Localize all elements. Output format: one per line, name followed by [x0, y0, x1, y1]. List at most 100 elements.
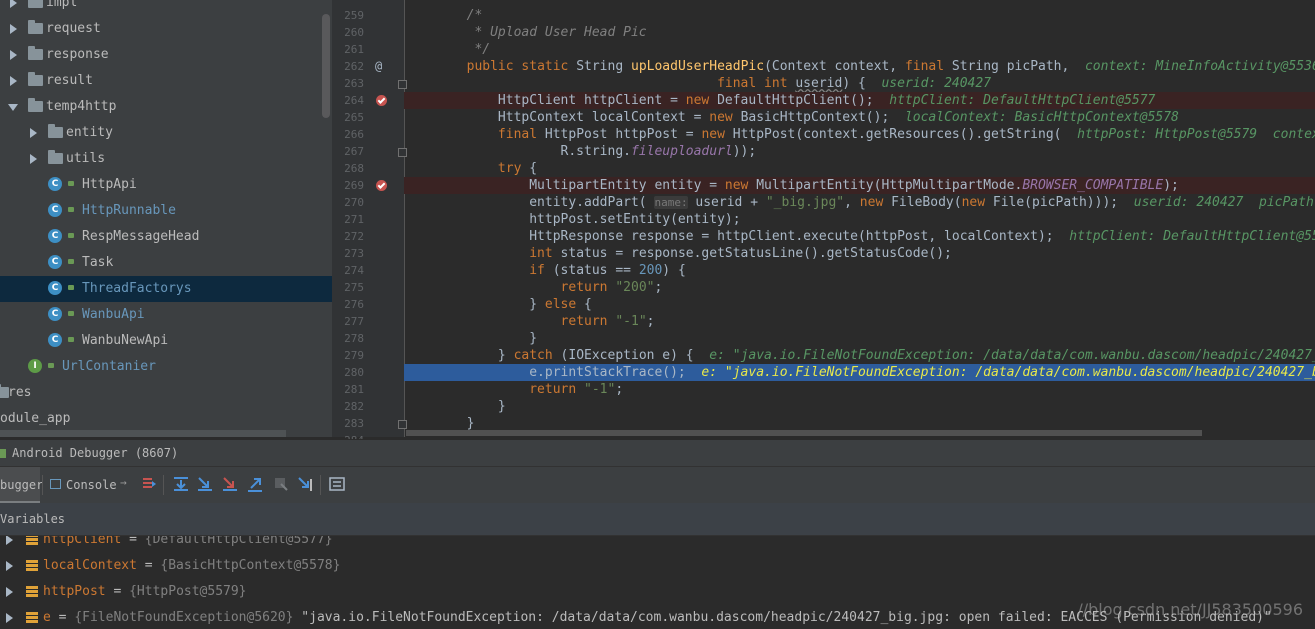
tree-item-res[interactable]: res [0, 380, 332, 406]
step-out-icon[interactable] [246, 475, 264, 493]
expand-arrow-icon[interactable] [6, 587, 13, 597]
code-line-268[interactable]: try { [404, 160, 1315, 177]
line-number: 271 [344, 213, 364, 226]
inline-debug-value: httpClient: DefaultHttpClient@557 [1069, 229, 1315, 244]
tree-vertical-scrollbar[interactable] [322, 14, 330, 118]
override-icon[interactable]: @ [375, 58, 382, 75]
code-line-280[interactable]: e.printStackTrace(); e: "java.io.FileNot… [404, 364, 1315, 381]
class-icon: C [48, 177, 62, 191]
tab-debugger[interactable]: bugger [0, 467, 43, 503]
expand-arrow-icon[interactable] [6, 613, 13, 623]
drop-frame-icon[interactable] [272, 475, 290, 493]
inline-debug-value: httpPost: HttpPost@5579 context [1077, 127, 1315, 142]
code-line-272[interactable]: HttpResponse response = httpClient.execu… [404, 228, 1315, 245]
tree-item-entity[interactable]: entity [0, 120, 332, 146]
code-line-276[interactable]: } else { [404, 296, 1315, 313]
step-into-icon[interactable] [196, 475, 214, 493]
breakpoint-icon[interactable] [376, 180, 387, 191]
tree-item-wanbunewapi[interactable]: C WanbuNewApi [0, 328, 332, 354]
code-line-270[interactable]: entity.addPart( name: userid + "_big.jpg… [404, 194, 1315, 211]
code-line-267[interactable]: R.string.fileuploadurl)); [404, 143, 1315, 160]
breakpoint-icon[interactable] [376, 95, 387, 106]
line-number: 273 [344, 247, 364, 260]
tree-item-threadfactorys[interactable]: C ThreadFactorys [0, 276, 332, 302]
variable-name: localContext [43, 558, 137, 573]
line-number: 259 [344, 9, 364, 22]
tree-item-urlcontanier[interactable]: I UrlContanier [0, 354, 332, 380]
line-number: 275 [344, 281, 364, 294]
expand-arrow-icon[interactable] [6, 561, 13, 571]
code-line-281[interactable]: return "-1"; [404, 381, 1315, 398]
interface-icon: I [28, 359, 42, 373]
code-line-264[interactable]: HttpClient httpClient = new DefaultHttpC… [404, 92, 1315, 109]
evaluate-expression-icon[interactable] [328, 475, 346, 493]
tree-item-temp4http[interactable]: temp4http [0, 94, 332, 120]
tree-item-label: result [46, 73, 93, 88]
tab-console[interactable]: Console → [48, 467, 136, 503]
string-literal: "-1" [584, 382, 616, 397]
tab-label: Console [66, 478, 117, 492]
tree-item-respmessagehead[interactable]: C RespMessageHead [0, 224, 332, 250]
expand-arrow-icon[interactable] [30, 128, 37, 138]
enum-constant: BROWSER_COMPATIBLE [1022, 178, 1164, 193]
variable-row[interactable]: localContext = {BasicHttpContext@5578} [0, 553, 1315, 579]
tree-item-module-app[interactable]: odule_app [0, 406, 332, 432]
code-line-278[interactable]: } [404, 330, 1315, 347]
code-line-262[interactable]: public static String upLoadUserHeadPic(C… [404, 58, 1315, 75]
force-step-into-icon[interactable] [221, 475, 239, 493]
lock-icon [68, 181, 74, 186]
pin-icon[interactable]: → [120, 465, 127, 501]
tree-item-response[interactable]: response [0, 42, 332, 68]
inline-debug-value: localContext: BasicHttpContext@5578 [904, 110, 1179, 125]
code-line-266[interactable]: final HttpPost httpPost = new HttpPost(c… [404, 126, 1315, 143]
code-line-265[interactable]: HttpContext localContext = new BasicHttp… [404, 109, 1315, 126]
tree-item-wanbuapi[interactable]: C WanbuApi [0, 302, 332, 328]
android-debug-icon [0, 449, 6, 458]
expand-arrow-icon[interactable] [30, 154, 37, 164]
variable-row[interactable]: httpClient = {DefaultHttpClient@5577} [0, 536, 1315, 553]
class-icon: C [48, 203, 62, 217]
code-line-269[interactable]: MultipartEntity entity = new MultipartEn… [404, 177, 1315, 194]
tree-item-httpapi[interactable]: C HttpApi [0, 172, 332, 198]
collapse-arrow-icon[interactable] [8, 104, 18, 111]
line-number: 268 [344, 162, 364, 175]
expand-arrow-icon[interactable] [6, 536, 13, 545]
tree-item-result[interactable]: result [0, 68, 332, 94]
expand-arrow-icon[interactable] [10, 0, 17, 8]
line-number: 266 [344, 128, 364, 141]
code-line-261[interactable]: */ [404, 41, 1315, 58]
line-number: 262 [344, 60, 364, 73]
code-line-263[interactable]: final int userid) { userid: 240427 [404, 75, 1315, 92]
code-line-279[interactable]: } catch (IOException e) { e: "java.io.Fi… [404, 347, 1315, 364]
folder-icon [48, 150, 63, 164]
line-number: 278 [344, 332, 364, 345]
tree-item-request[interactable]: request [0, 16, 332, 42]
code-line-275[interactable]: return "200"; [404, 279, 1315, 296]
inline-debug-value: e: "java.io.FileNotFoundException: /data… [709, 348, 1315, 363]
class-icon: C [48, 229, 62, 243]
code-line-273[interactable]: int status = response.getStatusLine().ge… [404, 245, 1315, 262]
lock-icon [68, 233, 74, 238]
code-line-260[interactable]: * Upload User Head Pic [404, 24, 1315, 41]
editor-horizontal-scrollbar[interactable] [406, 430, 1202, 436]
tree-horizontal-scrollbar[interactable] [0, 430, 286, 437]
code-line-271[interactable]: httpPost.setEntity(entity); [404, 211, 1315, 228]
expand-arrow-icon[interactable] [10, 50, 17, 60]
tree-item-utils[interactable]: utils [0, 146, 332, 172]
code-line-259[interactable]: /* [404, 7, 1315, 24]
tree-item-httprunnable[interactable]: C HttpRunnable [0, 198, 332, 224]
code-line-274[interactable]: if (status == 200) { [404, 262, 1315, 279]
step-over-icon[interactable] [172, 475, 190, 493]
string-literal: "200" [615, 280, 655, 295]
show-execution-point-icon[interactable] [140, 475, 158, 493]
expand-arrow-icon[interactable] [10, 76, 17, 86]
code-line-282[interactable]: } [404, 398, 1315, 415]
tree-item-label: response [46, 47, 109, 62]
tree-item-impl[interactable]: impl [0, 0, 332, 16]
tree-item-task[interactable]: C Task [0, 250, 332, 276]
variable-name: e [43, 610, 51, 625]
run-to-cursor-icon[interactable] [297, 475, 315, 493]
expand-arrow-icon[interactable] [10, 24, 17, 34]
code-line-277[interactable]: return "-1"; [404, 313, 1315, 330]
tree-item-label: WanbuApi [82, 307, 145, 322]
